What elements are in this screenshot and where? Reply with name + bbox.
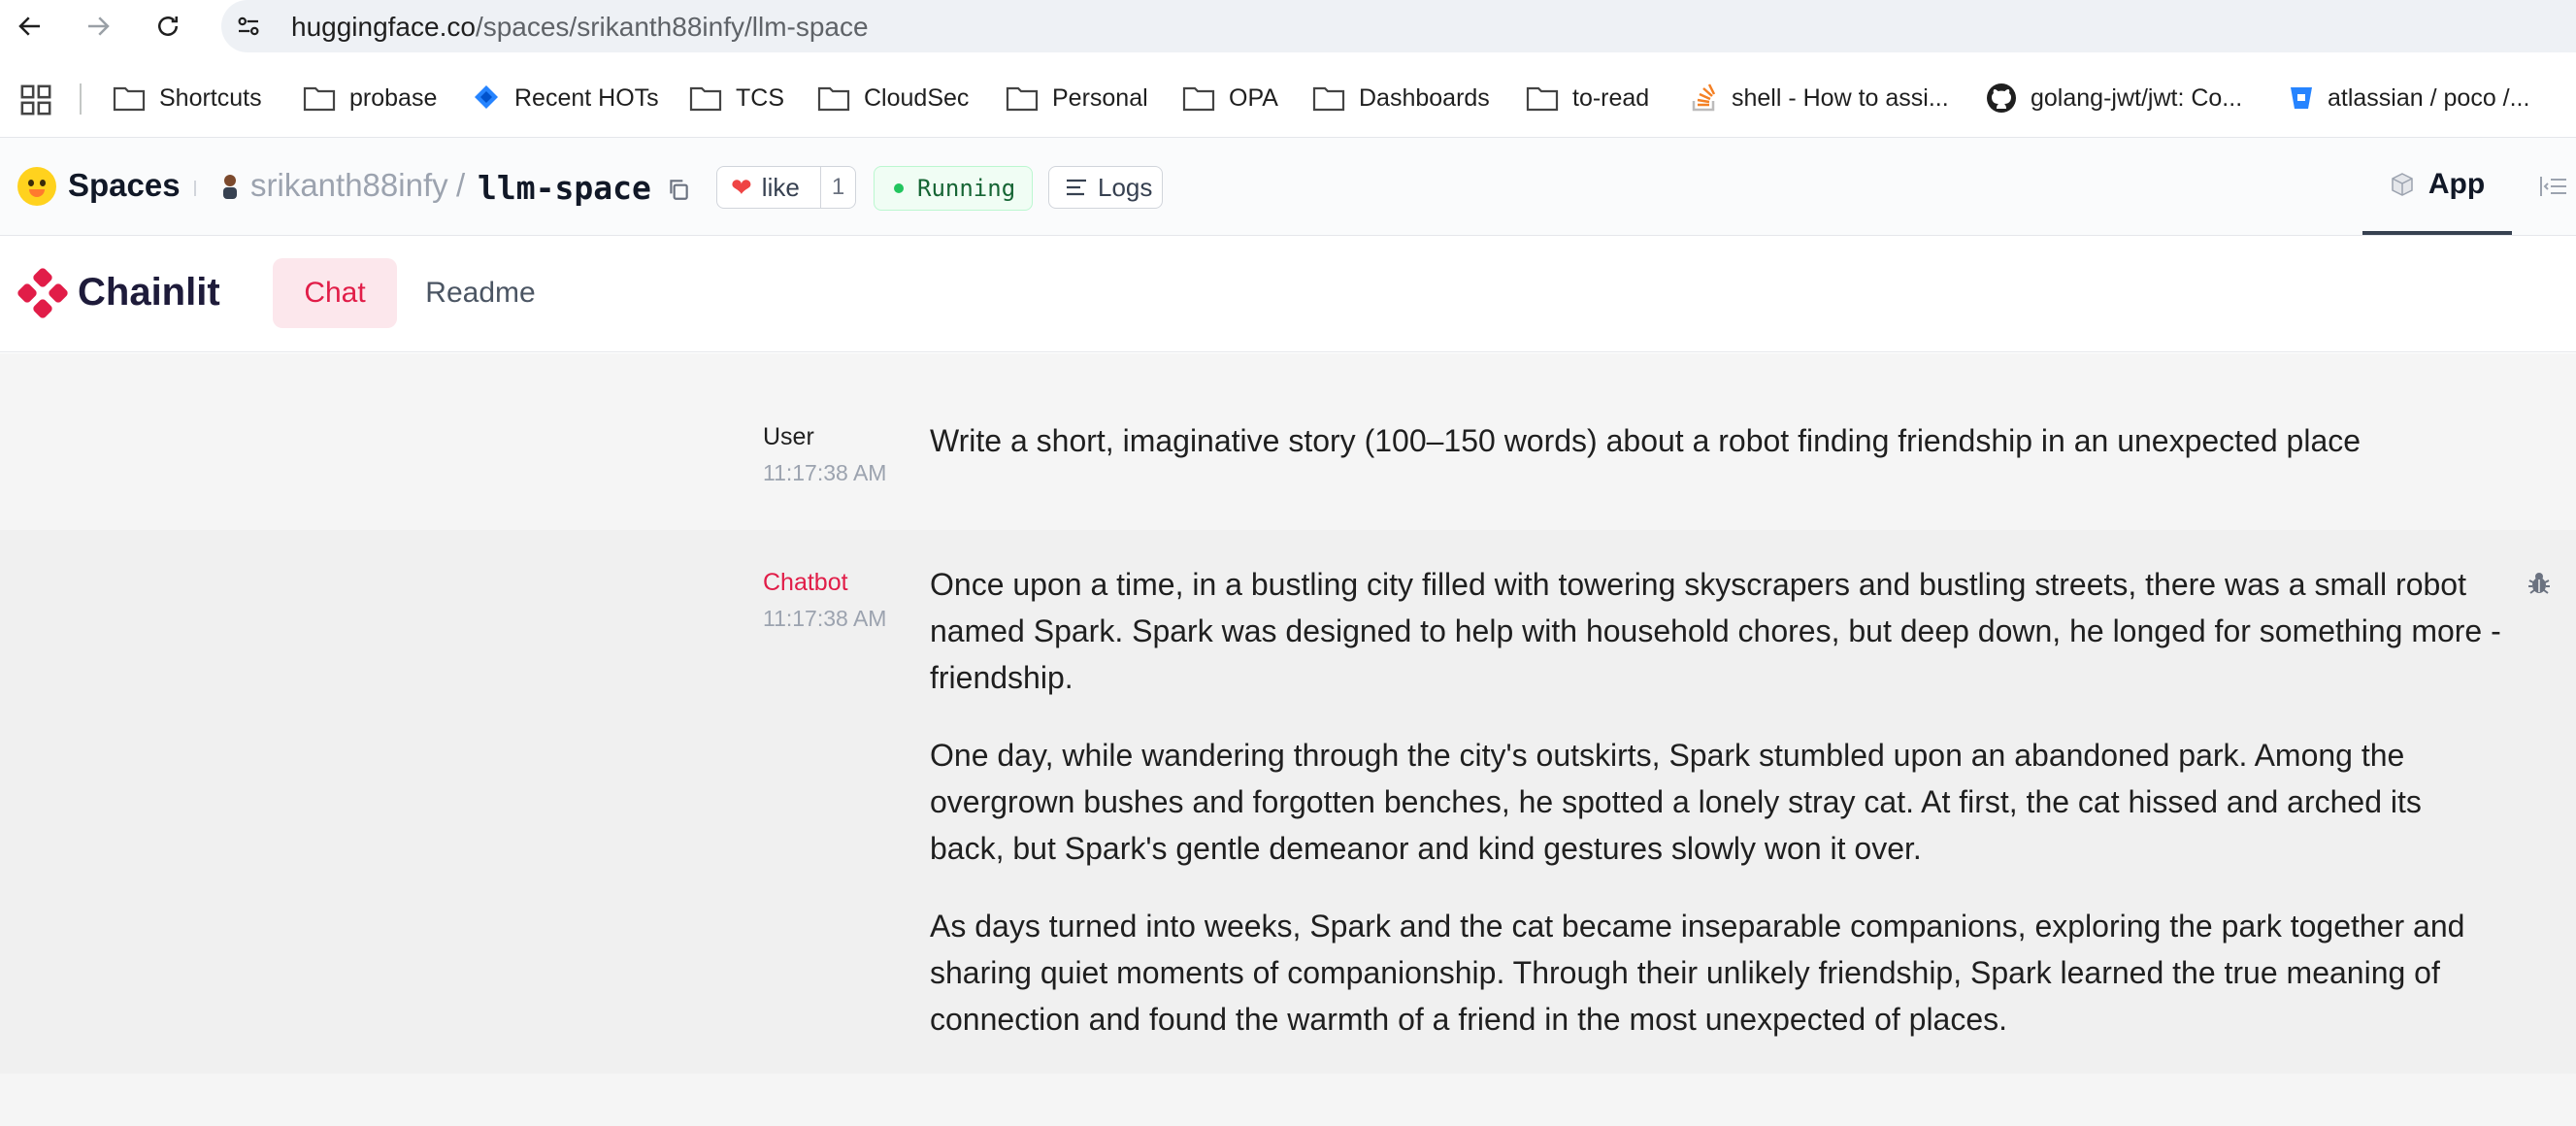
logs-label: Logs <box>1098 172 1153 202</box>
space-owner[interactable]: srikanth88infy <box>250 167 448 204</box>
message-author: User <box>763 423 814 450</box>
chainlit-logo-icon[interactable] <box>16 266 70 320</box>
spaces-link[interactable]: Spaces <box>68 167 181 204</box>
message-author: Chatbot <box>763 569 848 596</box>
hugging-face-logo-icon[interactable] <box>17 167 56 206</box>
message-content: Write a short, imaginative story (100–15… <box>930 417 2502 464</box>
logs-button[interactable]: Logs <box>1048 166 1163 209</box>
message-paragraph: As days turned into weeks, Spark and the… <box>930 909 2465 1037</box>
bookmark-label: golang-jwt/jwt: Co... <box>2031 83 2243 112</box>
bookmark-label: Shortcuts <box>159 83 262 112</box>
bookmark-label: shell - How to assi... <box>1732 83 1949 112</box>
header-divider <box>194 181 196 196</box>
status-dot-icon <box>894 183 904 193</box>
bookmark-dashboards[interactable]: Dashboards <box>1312 80 1490 116</box>
message-content: Once upon a time, in a bustling city fil… <box>930 561 2502 1043</box>
collapse-sidebar-icon[interactable] <box>2539 175 2568 198</box>
stackoverflow-icon <box>1692 83 1716 112</box>
heart-icon: ❤ <box>731 173 752 202</box>
bookmark-github[interactable]: golang-jwt/jwt: Co... <box>1986 80 2242 116</box>
forward-button[interactable] <box>78 9 118 44</box>
hf-space-header: Spaces srikanth88infy / llm-space ❤ like… <box>0 137 2576 236</box>
status-label: Running <box>917 175 1016 202</box>
tab-app[interactable]: App <box>2362 138 2512 235</box>
bookmark-shortcuts[interactable]: Shortcuts <box>113 80 262 116</box>
reload-button[interactable] <box>148 9 188 44</box>
bitbucket-icon <box>2291 87 2312 109</box>
bookmark-to-read[interactable]: to-read <box>1526 80 1649 116</box>
chainlit-header: Chainlit Chat Readme <box>0 236 2576 352</box>
folder-icon <box>1526 86 1559 112</box>
bookmark-label: OPA <box>1229 83 1278 112</box>
like-count[interactable]: 1 <box>820 167 855 208</box>
bookmarks-divider <box>80 83 82 115</box>
site-info-icon[interactable] <box>231 9 266 44</box>
browser-toolbar: huggingface.co/spaces/srikanth88infy/llm… <box>0 0 2576 52</box>
chatbot-message: Chatbot 11:17:38 AM Once upon a time, in… <box>0 530 2576 1074</box>
url-host: huggingface.co <box>291 12 476 42</box>
bookmark-probase[interactable]: probase <box>303 80 437 116</box>
message-time: 11:17:38 AM <box>763 606 887 631</box>
folder-icon <box>1182 86 1215 112</box>
folder-icon <box>689 86 722 112</box>
url-text[interactable]: huggingface.co/spaces/srikanth88infy/llm… <box>291 12 869 43</box>
app-tab-label: App <box>2427 168 2486 200</box>
bookmark-recent-hots[interactable]: Recent HOTs <box>472 80 659 116</box>
bookmark-stackoverflow[interactable]: shell - How to assi... <box>1691 80 1949 116</box>
logs-list-icon <box>1067 179 1086 196</box>
folder-icon <box>1006 86 1039 112</box>
bookmark-label: Recent HOTs <box>514 83 659 112</box>
bookmark-label: CloudSec <box>864 83 970 112</box>
bookmark-personal[interactable]: Personal <box>1006 80 1148 116</box>
space-name[interactable]: llm-space <box>478 169 651 207</box>
bookmark-label: Dashboards <box>1359 83 1490 112</box>
folder-icon <box>113 86 146 112</box>
url-path: /spaces/srikanth88infy/llm-space <box>475 12 869 42</box>
like-button[interactable]: ❤ like 1 <box>716 166 856 209</box>
folder-icon <box>1312 86 1345 112</box>
back-button[interactable] <box>10 9 50 44</box>
path-separator: / <box>456 167 466 203</box>
cube-icon <box>2392 173 2413 196</box>
bookmark-label: atlassian / poco /... <box>2328 83 2530 112</box>
tab-chat[interactable]: Chat <box>273 258 397 328</box>
bookmark-tcs[interactable]: TCS <box>689 80 784 116</box>
back-arrow-icon <box>18 17 40 36</box>
folder-icon <box>817 86 850 112</box>
status-badge: Running <box>874 166 1033 211</box>
bookmark-bitbucket[interactable]: atlassian / poco /... <box>2289 80 2529 116</box>
avatar[interactable] <box>219 173 241 200</box>
copy-icon[interactable] <box>666 177 691 202</box>
message-paragraph: Write a short, imaginative story (100–15… <box>930 423 2361 458</box>
chat-empty-area <box>0 1074 2576 1126</box>
bookmark-label: TCS <box>736 83 784 112</box>
bookmarks-bar: Shortcuts probase Recent HOTs TCS CloudS… <box>0 62 2576 132</box>
bookmark-label: to-read <box>1572 83 1650 112</box>
like-label: like <box>761 172 800 202</box>
bookmark-label: probase <box>349 83 438 112</box>
bookmark-opa[interactable]: OPA <box>1182 80 1278 116</box>
bookmark-label: Personal <box>1052 83 1148 112</box>
tab-readme[interactable]: Readme <box>408 258 553 328</box>
forward-arrow-icon <box>88 17 110 36</box>
chainlit-brand: Chainlit <box>78 271 220 314</box>
jira-icon <box>475 85 498 109</box>
bookmark-cloudsec[interactable]: CloudSec <box>817 80 969 116</box>
address-bar[interactable]: huggingface.co/spaces/srikanth88infy/llm… <box>221 0 2576 52</box>
github-icon <box>1987 83 2016 113</box>
message-paragraph: Once upon a time, in a bustling city fil… <box>930 567 2501 695</box>
debug-bug-icon[interactable] <box>2527 571 2551 596</box>
reload-icon <box>158 17 178 36</box>
user-message: User 11:17:38 AM Write a short, imaginat… <box>0 353 2576 530</box>
apps-grid-icon[interactable] <box>19 83 52 116</box>
message-time: 11:17:38 AM <box>763 460 887 485</box>
folder-icon <box>303 86 336 112</box>
message-paragraph: One day, while wandering through the cit… <box>930 738 2422 866</box>
